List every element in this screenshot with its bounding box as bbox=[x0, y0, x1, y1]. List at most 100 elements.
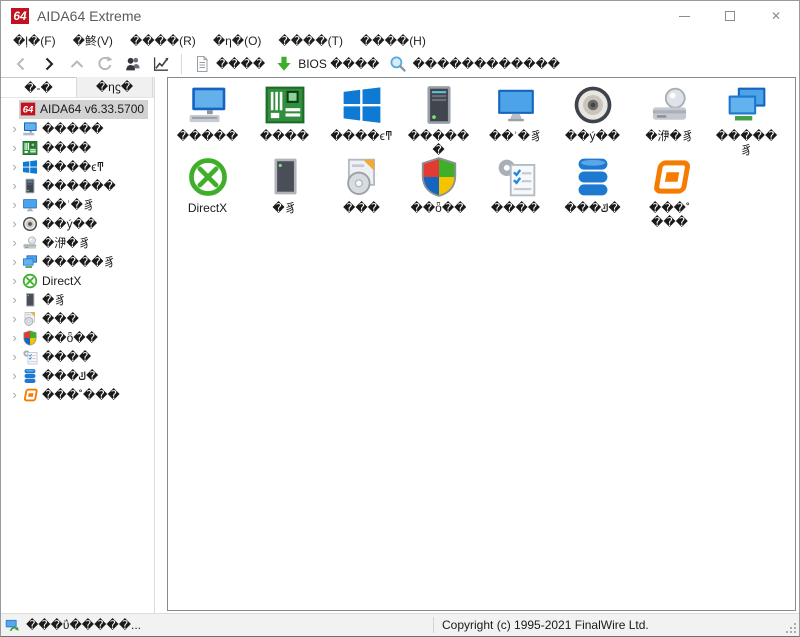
panel-item-display[interactable]: ��ʾ�豸 bbox=[477, 84, 554, 156]
bios-update-button[interactable]: BIOS ���� bbox=[270, 52, 384, 76]
chevron-right-icon[interactable]: › bbox=[7, 387, 22, 402]
panel-item-label: ��ʾ�豸 bbox=[489, 129, 542, 143]
report-icon bbox=[193, 55, 211, 73]
panel-item-storage[interactable]: �洢�豸 bbox=[631, 84, 708, 156]
server-icon bbox=[418, 84, 460, 126]
maximize-button[interactable] bbox=[707, 1, 753, 31]
minimize-button[interactable] bbox=[661, 1, 707, 31]
tree-item-benchmark[interactable]: › ���˚��� bbox=[1, 385, 154, 404]
search-button[interactable]: ������������ bbox=[384, 52, 565, 76]
menu-help[interactable]: ����(H) bbox=[353, 34, 433, 48]
panel-item-security[interactable]: ��ȫ�� bbox=[400, 156, 477, 228]
panel-item-operating-system[interactable]: ����ϵͳ bbox=[323, 84, 400, 156]
panel-item-label: ����ϵͳ bbox=[330, 129, 392, 143]
toolbar: ���� BIOS ���� ������������ bbox=[1, 50, 799, 77]
devices-icon bbox=[22, 292, 38, 308]
panel-item-label: ���ݿ� bbox=[564, 201, 620, 215]
panel-item-config[interactable]: ���� bbox=[477, 156, 554, 228]
network-icon bbox=[726, 84, 768, 126]
panel-item-directx[interactable]: DirectX bbox=[169, 156, 246, 228]
security-icon bbox=[22, 330, 38, 346]
chevron-right-icon[interactable]: › bbox=[7, 273, 22, 288]
panel-item-network[interactable]: �����豸 bbox=[708, 84, 785, 156]
chevron-right-icon[interactable]: › bbox=[7, 311, 22, 326]
category-tree: AIDA64 v6.33.5700 › ����� › ���� › ����ϵ… bbox=[1, 98, 154, 613]
tree-item-network[interactable]: › �����豸 bbox=[1, 252, 154, 271]
chevron-right-icon[interactable]: › bbox=[7, 292, 22, 307]
storage-icon bbox=[649, 84, 691, 126]
tab-menu[interactable]: �-� bbox=[1, 77, 77, 97]
chevron-right-icon[interactable]: › bbox=[7, 140, 22, 155]
chevron-right-icon[interactable]: › bbox=[7, 178, 22, 193]
database-icon bbox=[572, 156, 614, 198]
category-grid: ����� ���� ����ϵͳ ������ ��ʾ�豸 bbox=[168, 78, 795, 228]
aida64-logo-icon bbox=[10, 6, 30, 26]
tree-item-motherboard[interactable]: › ���� bbox=[1, 138, 154, 157]
forward-button[interactable] bbox=[35, 52, 63, 76]
panel-item-devices[interactable]: �豸 bbox=[246, 156, 323, 228]
chevron-right-icon[interactable]: › bbox=[7, 197, 22, 212]
user-feedback-button[interactable] bbox=[119, 52, 147, 76]
chevron-right-icon[interactable]: › bbox=[7, 349, 22, 364]
tree-item-multimedia[interactable]: › ��ý�� bbox=[1, 214, 154, 233]
tree-item-config[interactable]: › ���� bbox=[1, 347, 154, 366]
tree-item-devices[interactable]: › �豸 bbox=[1, 290, 154, 309]
monitoring-button[interactable] bbox=[147, 52, 175, 76]
up-button[interactable] bbox=[63, 52, 91, 76]
menu-bar: �ļ�(F) �鿴(V) ����(R) �η�(O) ����(T) ����… bbox=[1, 31, 799, 50]
tree-item-display[interactable]: › ��ʾ�豸 bbox=[1, 195, 154, 214]
tree-item-database[interactable]: › ���ݿ� bbox=[1, 366, 154, 385]
sidebar-tabs: �-� �ηϛ� bbox=[1, 77, 154, 98]
panel-item-benchmark[interactable]: ���˚��� bbox=[631, 156, 708, 228]
tree-item-label: �洢�豸 bbox=[42, 234, 91, 251]
tree-item-label: AIDA64 v6.33.5700 bbox=[40, 102, 144, 116]
tree-item-storage[interactable]: › �洢�豸 bbox=[1, 233, 154, 252]
panel-item-label: ����� bbox=[177, 129, 239, 143]
chevron-right-icon[interactable]: › bbox=[7, 121, 22, 136]
back-button[interactable] bbox=[7, 52, 35, 76]
security-icon bbox=[418, 156, 460, 198]
panel-item-computer[interactable]: ����� bbox=[169, 84, 246, 156]
panel-item-server[interactable]: ������ bbox=[400, 84, 477, 156]
chevron-right-icon[interactable]: › bbox=[7, 216, 22, 231]
devices-icon bbox=[264, 156, 306, 198]
tree-item-server[interactable]: › ������ bbox=[1, 176, 154, 195]
tree-item-directx[interactable]: › DirectX bbox=[1, 271, 154, 290]
chevron-right-icon[interactable]: › bbox=[7, 159, 22, 174]
refresh-icon bbox=[96, 55, 114, 73]
directx-icon bbox=[22, 273, 38, 289]
panel-item-multimedia[interactable]: ��ý�� bbox=[554, 84, 631, 156]
menu-tools[interactable]: ����(T) bbox=[271, 34, 350, 48]
close-button[interactable]: ✕ bbox=[753, 1, 799, 31]
resize-grip[interactable] bbox=[785, 622, 798, 635]
server-icon bbox=[22, 178, 38, 194]
chevron-right-icon[interactable]: › bbox=[7, 330, 22, 345]
chevron-right-icon[interactable]: › bbox=[7, 368, 22, 383]
panel-item-motherboard[interactable]: ���� bbox=[246, 84, 323, 156]
menu-file[interactable]: �ļ�(F) bbox=[6, 34, 63, 48]
chevron-right-icon[interactable]: › bbox=[7, 254, 22, 269]
search-icon bbox=[389, 55, 407, 73]
tree-item-aida64-root[interactable]: AIDA64 v6.33.5700 bbox=[1, 100, 154, 119]
refresh-button[interactable] bbox=[91, 52, 119, 76]
tree-item-label: ���� bbox=[42, 350, 91, 364]
panel-item-software[interactable]: ��� bbox=[323, 156, 400, 228]
tree-item-label: ��ʾ�豸 bbox=[42, 196, 95, 213]
panel-item-label: ������ bbox=[403, 129, 475, 157]
search-button-label: ������������ bbox=[412, 57, 560, 71]
tree-item-security[interactable]: › ��ȫ�� bbox=[1, 328, 154, 347]
panel-item-database[interactable]: ���ݿ� bbox=[554, 156, 631, 228]
tree-item-operating-system[interactable]: › ����ϵͳ bbox=[1, 157, 154, 176]
tree-item-computer[interactable]: › ����� bbox=[1, 119, 154, 138]
menu-view[interactable]: �鿴(V) bbox=[66, 33, 120, 48]
tab-favorites[interactable]: �ηϛ� bbox=[77, 77, 153, 97]
chevron-right-icon[interactable]: › bbox=[7, 235, 22, 250]
report-button[interactable]: ���� bbox=[188, 52, 270, 76]
tree-item-label: ����� bbox=[42, 122, 104, 136]
download-arrow-icon bbox=[275, 55, 293, 73]
menu-options[interactable]: �η�(O) bbox=[206, 34, 269, 48]
tree-item-software[interactable]: › ��� bbox=[1, 309, 154, 328]
tree-item-label: ��ý�� bbox=[42, 217, 97, 231]
menu-report[interactable]: ����(R) bbox=[123, 34, 203, 48]
content-area: �-� �ηϛ� AIDA64 v6.33.5700 › ����� › bbox=[1, 77, 799, 613]
